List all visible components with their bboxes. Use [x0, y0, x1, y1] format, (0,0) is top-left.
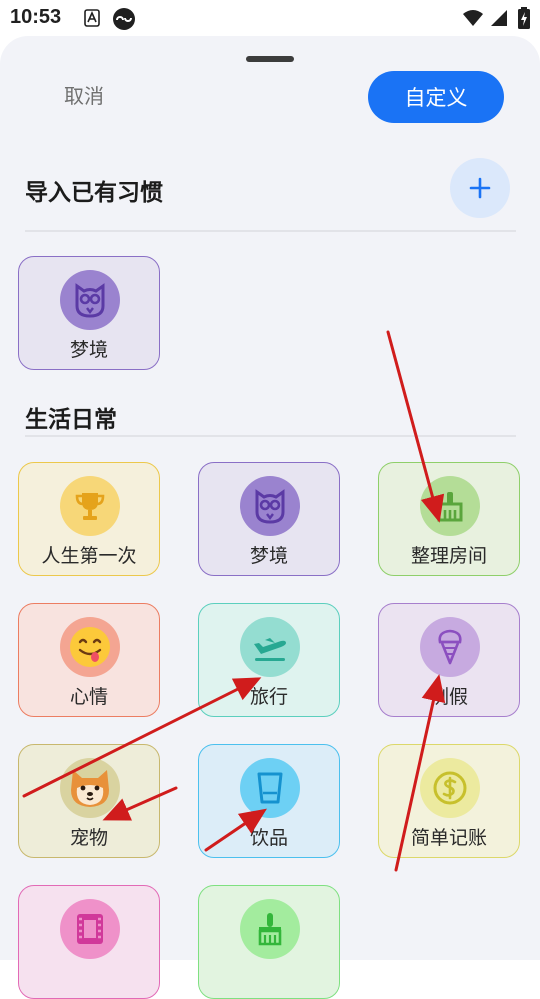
habit-card-tidy-room[interactable]: 整理房间	[378, 462, 520, 576]
smiley-icon	[60, 617, 120, 677]
broom-icon	[420, 476, 480, 536]
status-time: 10:53	[10, 6, 62, 28]
divider	[25, 435, 516, 437]
habit-card-pet[interactable]: 宠物	[18, 744, 160, 858]
habit-label: 心情	[69, 686, 108, 708]
life-section-title: 生活日常	[25, 407, 117, 433]
habit-card-simple-bookkeeping[interactable]: 简单记账	[378, 744, 520, 858]
habit-card-dream-imported[interactable]: 梦境	[18, 256, 160, 370]
habit-label: 整理房间	[410, 545, 487, 567]
habit-label: 人生第一次	[41, 545, 137, 567]
add-button[interactable]	[450, 158, 510, 218]
bottom-sheet: 取消 自定义 导入已有习惯 梦境 生活日常 人生第一次 梦境 整理房间 心情 旅…	[0, 36, 540, 999]
habit-label: 旅行	[249, 686, 288, 708]
plus-icon	[469, 177, 491, 199]
coin-icon	[420, 758, 480, 818]
divider	[25, 230, 516, 232]
brush-icon	[240, 899, 300, 959]
ice-cream-icon	[420, 617, 480, 677]
custom-button[interactable]: 自定义	[368, 71, 504, 123]
habit-label: 例假	[429, 686, 468, 708]
habit-label: 宠物	[69, 827, 108, 849]
shiba-dog-icon	[60, 758, 120, 818]
habit-card-travel[interactable]: 旅行	[198, 603, 340, 717]
plane-icon	[240, 617, 300, 677]
import-section-title: 导入已有习惯	[25, 180, 163, 206]
habit-label: 梦境	[69, 339, 108, 361]
drag-handle[interactable]	[246, 56, 294, 62]
habit-label: 简单记账	[410, 827, 487, 849]
status-bar: 10:53	[0, 0, 540, 38]
film-icon	[60, 899, 120, 959]
battery-icon	[518, 7, 530, 33]
trophy-icon	[60, 476, 120, 536]
owl-icon	[240, 476, 300, 536]
habit-card-period[interactable]: 例假	[378, 603, 520, 717]
habit-card-mood[interactable]: 心情	[18, 603, 160, 717]
owl-icon	[60, 270, 120, 330]
link-icon	[112, 7, 136, 35]
cup-icon	[240, 758, 300, 818]
signal-icon	[490, 9, 508, 31]
habit-label: 梦境	[249, 545, 288, 567]
wifi-icon	[462, 9, 484, 31]
habit-card-dream[interactable]: 梦境	[198, 462, 340, 576]
habit-card-first-time[interactable]: 人生第一次	[18, 462, 160, 576]
habit-card-film[interactable]	[18, 885, 160, 999]
cancel-button[interactable]: 取消	[64, 80, 104, 109]
habit-label: 饮品	[249, 827, 288, 849]
habit-card-drinks[interactable]: 饮品	[198, 744, 340, 858]
habit-card-cleaning[interactable]	[198, 885, 340, 999]
accessibility-icon	[84, 9, 100, 31]
